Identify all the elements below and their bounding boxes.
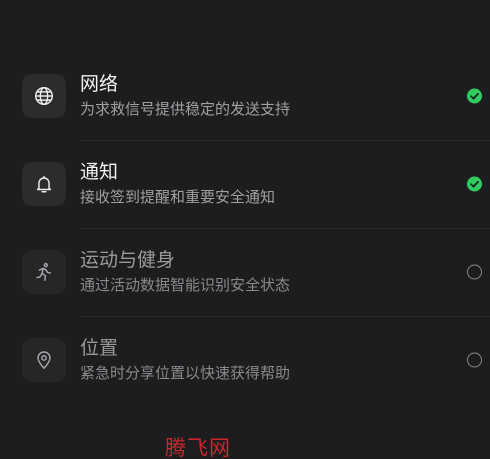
permission-description: 为求救信号提供稳定的发送支持: [80, 100, 291, 118]
location-pin-icon: [22, 338, 66, 382]
permission-title: 网络: [80, 73, 119, 95]
permission-description: 紧急时分享位置以快速获得帮助: [80, 364, 291, 382]
disabled-radio-icon[interactable]: [467, 264, 482, 280]
permission-description: 通过活动数据智能识别安全状态: [80, 276, 291, 294]
permission-row-notifications[interactable]: 通知 接收签到提醒和重要安全通知: [0, 140, 490, 228]
permission-text: 位置 紧急时分享位置以快速获得帮助: [80, 336, 290, 384]
disabled-radio-icon[interactable]: [467, 352, 482, 368]
enabled-check-icon[interactable]: [467, 176, 482, 192]
permission-text: 通知 接收签到提醒和重要安全通知: [80, 160, 275, 208]
permission-row-motion-fitness[interactable]: 运动与健身 通过活动数据智能识别安全状态: [0, 228, 490, 316]
permission-text: 运动与健身 通过活动数据智能识别安全状态: [80, 248, 290, 296]
globe-icon: [22, 74, 66, 118]
permissions-screen: 网络 为求救信号提供稳定的发送支持 通知 接收签到提醒和重要安全通知 运动与健身…: [0, 0, 490, 459]
permission-description: 接收签到提醒和重要安全通知: [80, 188, 276, 206]
permission-list: 网络 为求救信号提供稳定的发送支持 通知 接收签到提醒和重要安全通知 运动与健身…: [0, 52, 490, 404]
permission-title: 位置: [80, 337, 119, 359]
enabled-check-icon[interactable]: [467, 88, 482, 104]
running-person-icon: [22, 250, 66, 294]
bell-icon: [22, 162, 66, 206]
permission-text: 网络 为求救信号提供稳定的发送支持: [80, 72, 290, 120]
permission-title: 运动与健身: [80, 249, 176, 271]
permission-row-location[interactable]: 位置 紧急时分享位置以快速获得帮助: [0, 316, 490, 404]
permission-title: 通知: [80, 161, 119, 183]
permission-row-network[interactable]: 网络 为求救信号提供稳定的发送支持: [0, 52, 490, 140]
watermark: 腾飞网: [165, 436, 231, 459]
